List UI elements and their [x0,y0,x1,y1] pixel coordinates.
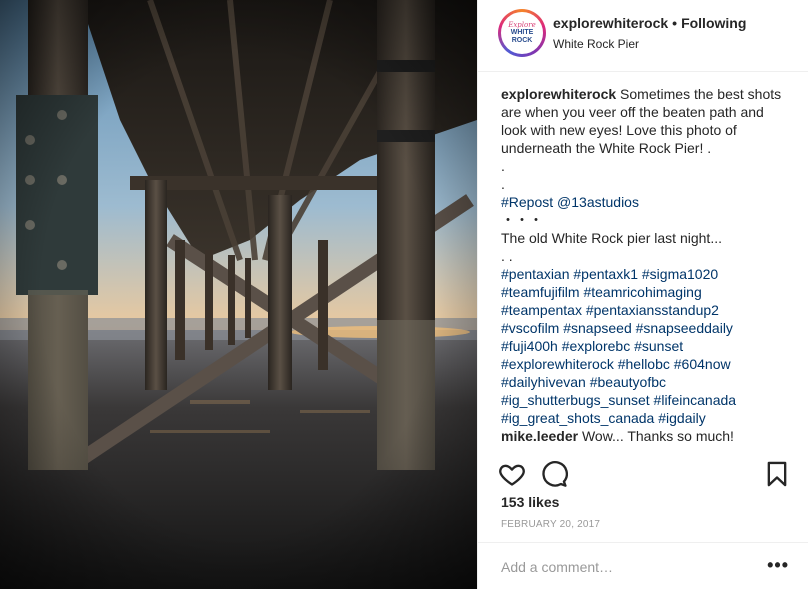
speech-bubble-icon[interactable] [540,460,568,488]
caption-username[interactable]: explorewhiterock [501,86,616,102]
add-comment-bar: ••• [478,542,808,589]
avatar-logo-line1: Explore [508,20,536,29]
caption-repost[interactable]: #Repost @13astudios [501,193,791,211]
hashtag-line[interactable]: #ig_shutterbugs_sunset #lifeincanada [501,391,791,409]
hashtag-line[interactable]: #vscofilm #snapseed #snapseeddaily [501,319,791,337]
avatar[interactable]: Explore WHITE ROCK [498,9,546,57]
post-photo[interactable] [0,0,477,589]
heart-outline-icon[interactable] [498,460,526,488]
comment-text: Wow... Thanks so much! [581,428,734,444]
hashtag-line[interactable]: #teampentax #pentaxiansstandup2 [501,301,791,319]
header-username[interactable]: explorewhiterock [553,15,668,31]
header-separator: • [672,15,678,31]
header-username-row: explorewhiterock • Following [553,15,746,31]
caption-dot-2: . [501,176,505,192]
pier-photo-image [0,0,477,589]
post-date[interactable]: FEBRUARY 20, 2017 [501,519,600,530]
caption: explorewhiterock Sometimes the best shot… [501,85,791,157]
comment-username[interactable]: mike.leeder [501,428,578,444]
caption-dot-1: . [501,158,505,174]
avatar-logo-line2: WHITE [510,28,534,36]
likes-count[interactable]: 153 likes [501,494,559,510]
comment-input[interactable] [501,557,751,577]
location-link[interactable]: White Rock Pier [553,37,639,51]
avatar-logo-line3: ROCK [511,36,533,44]
action-bar [478,458,808,492]
following-button[interactable]: Following [681,15,746,31]
more-options-icon[interactable]: ••• [767,555,789,576]
avatar-logo: Explore WHITE ROCK [501,12,543,54]
caption-dots-4: . . [501,248,513,264]
comment-item: mike.leeder Wow... Thanks so much! [501,427,791,445]
comments-section: explorewhiterock Sometimes the best shot… [501,85,791,445]
caption-dots-3: ・・・ [501,212,543,228]
post-side-panel: Explore WHITE ROCK explorewhiterock • Foll… [477,0,808,589]
caption-line: The old White Rock pier last night... [501,230,722,246]
hashtag-line[interactable]: #dailyhivevan #beautyofbc [501,373,791,391]
hashtag-line[interactable]: #pentaxian #pentaxk1 #sigma1020 [501,265,791,283]
hashtag-line[interactable]: #ig_great_shots_canada #igdaily [501,409,791,427]
hashtag-line[interactable]: #fuji400h #explorebc #sunset [501,337,791,355]
bookmark-icon[interactable] [763,460,791,488]
hashtag-line[interactable]: #explorewhiterock #hellobc #604now [501,355,791,373]
post-header: Explore WHITE ROCK explorewhiterock • Foll… [478,0,808,72]
hashtag-line[interactable]: #teamfujifilm #teamricohimaging [501,283,791,301]
